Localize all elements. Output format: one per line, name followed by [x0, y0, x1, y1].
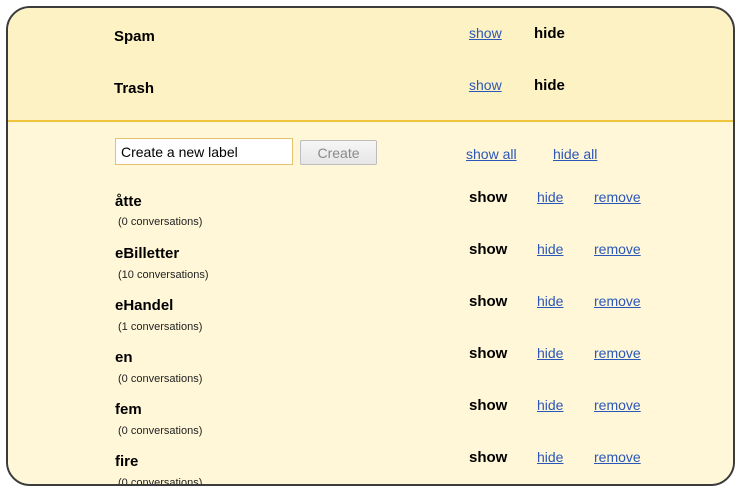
label-remove-link[interactable]: remove — [594, 345, 641, 361]
label-show-status: show — [469, 345, 508, 362]
label-remove-link[interactable]: remove — [594, 241, 641, 257]
label-name: en — [115, 349, 133, 366]
label-show-status: show — [469, 397, 508, 414]
label-hide-link[interactable]: hide — [537, 345, 563, 361]
labels-settings-panel: Spam show hide Trash show hide Create sh… — [6, 6, 735, 486]
new-label-input[interactable] — [115, 138, 293, 165]
hide-all-link[interactable]: hide all — [553, 146, 597, 162]
conversation-count: (10 conversations) — [118, 269, 209, 281]
label-remove-link[interactable]: remove — [594, 397, 641, 413]
label-show-status: show — [469, 241, 508, 258]
label-show-status: show — [469, 189, 508, 206]
spam-show-link[interactable]: show — [469, 25, 502, 41]
label-name: eHandel — [115, 297, 174, 314]
trash-show-link[interactable]: show — [469, 77, 502, 93]
trash-hide-status: hide — [534, 77, 565, 94]
label-hide-link[interactable]: hide — [537, 293, 563, 309]
label-hide-link[interactable]: hide — [537, 189, 563, 205]
show-all-link[interactable]: show all — [466, 146, 517, 162]
label-remove-link[interactable]: remove — [594, 189, 641, 205]
label-show-status: show — [469, 449, 508, 466]
create-label-button[interactable]: Create — [300, 140, 377, 165]
label-name: fem — [115, 401, 142, 418]
system-label-name-spam: Spam — [114, 28, 155, 45]
conversation-count: (0 conversations) — [118, 216, 203, 228]
label-remove-link[interactable]: remove — [594, 293, 641, 309]
label-hide-link[interactable]: hide — [537, 241, 563, 257]
label-name: åtte — [115, 193, 142, 210]
label-show-status: show — [469, 293, 508, 310]
conversation-count: (1 conversations) — [118, 321, 203, 333]
conversation-count: (0 conversations) — [118, 477, 203, 486]
label-hide-link[interactable]: hide — [537, 397, 563, 413]
label-remove-link[interactable]: remove — [594, 449, 641, 465]
conversation-count: (0 conversations) — [118, 373, 203, 385]
label-hide-link[interactable]: hide — [537, 449, 563, 465]
system-labels-section — [8, 8, 733, 120]
spam-hide-status: hide — [534, 25, 565, 42]
conversation-count: (0 conversations) — [118, 425, 203, 437]
system-label-name-trash: Trash — [114, 80, 155, 97]
label-name: eBilletter — [115, 245, 180, 262]
label-name: fire — [115, 453, 139, 470]
